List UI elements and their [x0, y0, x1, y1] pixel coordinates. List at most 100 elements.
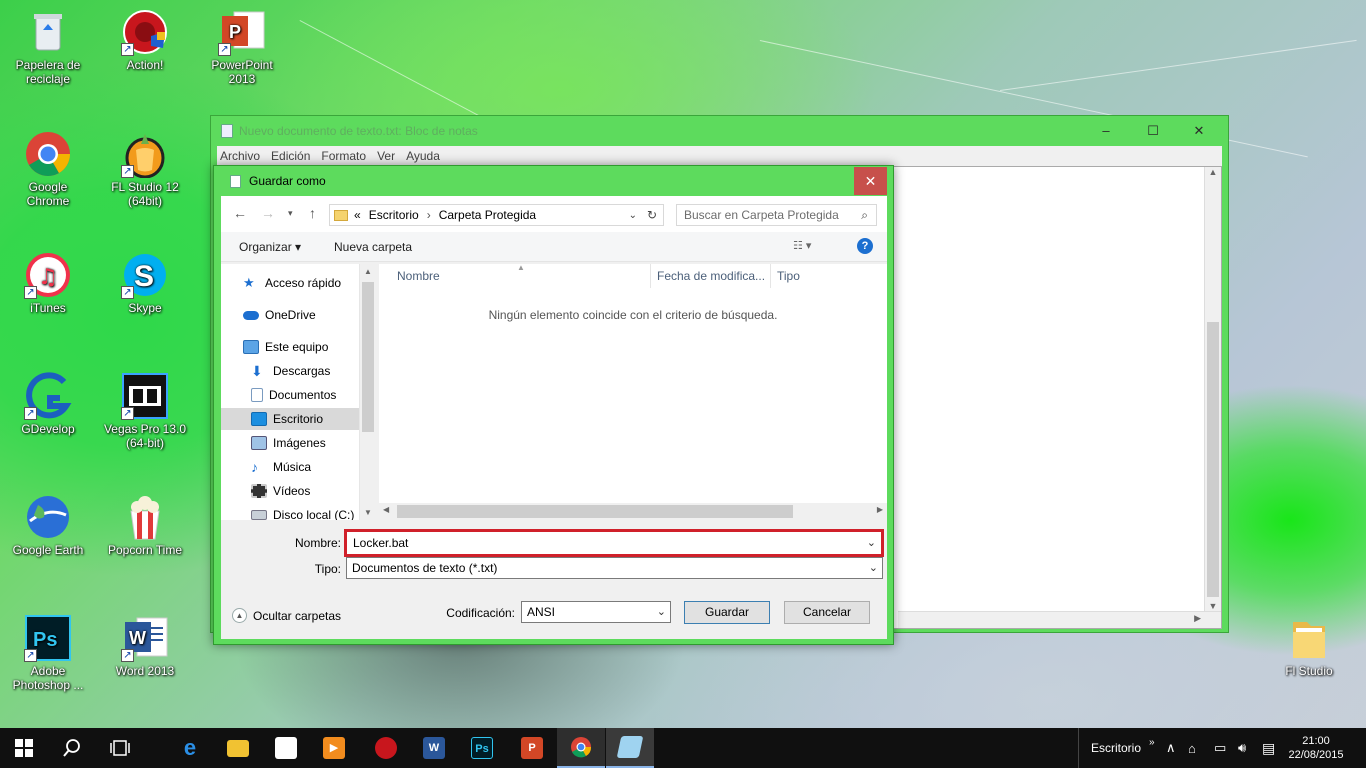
organize-button[interactable]: Organizar ▾ [239, 240, 301, 254]
chevron-down-icon[interactable]: ⌄ [657, 602, 666, 622]
refresh-icon[interactable]: ↻ [647, 208, 657, 222]
back-arrow-icon[interactable]: ← [233, 205, 247, 221]
address-bar[interactable]: « Escritorio › Carpeta Protegida ⌄ ↻ [329, 204, 664, 226]
menu-ayuda[interactable]: Ayuda [403, 149, 448, 163]
scroll-down-icon[interactable]: ▼ [360, 508, 376, 517]
chevron-down-icon[interactable]: ⌄ [869, 558, 878, 578]
tray-show-hidden[interactable]: ∧ [1166, 728, 1176, 768]
file-list-horizontal-scrollbar[interactable]: ◀ ▶ [379, 503, 887, 520]
column-header-nombre[interactable]: Nombre ▲ [379, 263, 651, 288]
scroll-right-icon[interactable]: ▶ [1194, 613, 1201, 624]
up-arrow-icon[interactable]: ↑ [309, 205, 316, 221]
breadcrumb-carpeta-protegida[interactable]: Carpeta Protegida [439, 208, 536, 222]
tray-toolbar[interactable]: Escritorio » [1078, 728, 1155, 768]
desktop-icon-popcorn[interactable]: Popcorn Time [103, 493, 187, 557]
scroll-down-icon[interactable]: ▼ [1205, 601, 1221, 611]
tray-notifications[interactable]: ▤ [1262, 728, 1275, 768]
scroll-right-icon[interactable]: ▶ [877, 505, 883, 514]
chevron-down-icon[interactable]: ⌄ [629, 210, 637, 221]
taskbar-media[interactable]: ▶ [310, 728, 358, 768]
column-header-fecha[interactable]: Fecha de modifica... [651, 264, 771, 288]
tray-volume[interactable]: 🔊︎ [1238, 728, 1246, 768]
help-icon[interactable]: ? [857, 238, 873, 254]
save-as-dialog[interactable]: Guardar como ✕ ← → ▾ ↑ « Escritorio › Ca… [213, 165, 894, 645]
view-options-icon[interactable]: ☷ ▾ [793, 239, 811, 252]
taskbar-word[interactable]: W [410, 728, 458, 768]
clock-time: 21:00 [1302, 735, 1330, 747]
nav-imagenes[interactable]: Imágenes [221, 432, 359, 454]
nav-escritorio[interactable]: Escritorio [221, 408, 359, 430]
dialog-titlebar[interactable]: Guardar como [214, 166, 893, 196]
filename-input[interactable]: Locker.bat ⌄ [347, 532, 881, 554]
task-view-button[interactable] [96, 728, 144, 768]
file-list[interactable]: Nombre ▲ Fecha de modifica... Tipo Ningú… [379, 263, 887, 520]
forward-arrow-icon[interactable]: → [261, 205, 275, 221]
nav-videos[interactable]: Vídeos [221, 480, 359, 502]
hide-folders-button[interactable]: ▲ Ocultar carpetas [232, 608, 341, 623]
tray-clock[interactable]: 21:00 22/08/2015 [1286, 728, 1346, 768]
menu-edicion[interactable]: Edición [268, 149, 318, 163]
taskbar-edge[interactable]: e [166, 728, 214, 768]
horizontal-scrollbar[interactable]: ▶ [898, 611, 1221, 628]
desktop-icon-recycle-bin[interactable]: Papelera de reciclaje [6, 8, 90, 86]
desktop-icon-itunes[interactable]: ♫ ↗ iTunes [6, 251, 90, 315]
tray-network[interactable]: ⌂ [1188, 728, 1196, 768]
scroll-left-icon[interactable]: ◀ [383, 505, 389, 514]
cancel-button[interactable]: Cancelar [784, 601, 870, 624]
taskbar-notepad[interactable] [606, 728, 654, 768]
scroll-thumb[interactable] [362, 282, 374, 432]
vertical-scrollbar[interactable]: ▲ ▼ [1204, 167, 1221, 613]
scroll-thumb[interactable] [397, 505, 793, 518]
nav-onedrive[interactable]: OneDrive [221, 304, 359, 326]
nav-scrollbar[interactable]: ▲ ▼ [359, 264, 376, 520]
scroll-thumb[interactable] [1207, 322, 1219, 597]
taskbar-action[interactable] [362, 728, 410, 768]
desktop-icon-word[interactable]: W ↗ Word 2013 [103, 614, 187, 678]
close-button[interactable]: ✕ [1176, 117, 1222, 145]
nav-musica[interactable]: ♪ Música [221, 456, 359, 478]
breadcrumb-overflow[interactable]: « [354, 208, 361, 222]
menu-ver[interactable]: Ver [374, 149, 403, 163]
scroll-up-icon[interactable]: ▲ [1205, 167, 1221, 177]
search-input[interactable]: Buscar en Carpeta Protegida ⌕ [676, 204, 877, 226]
maximize-button[interactable]: ☐ [1130, 117, 1176, 145]
nav-this-pc[interactable]: Este equipo [221, 336, 359, 358]
desktop-icon-vegas[interactable]: ↗ Vegas Pro 13.0 (64-bit) [103, 372, 187, 450]
nav-disco-local[interactable]: Disco local (C:) [221, 504, 359, 520]
menu-archivo[interactable]: Archivo [217, 149, 268, 163]
type-select[interactable]: Documentos de texto (*.txt) ⌄ [346, 557, 883, 579]
minimize-button[interactable]: – [1083, 117, 1129, 145]
nav-documentos[interactable]: Documentos [221, 384, 359, 406]
taskbar-photoshop[interactable]: Ps [458, 728, 506, 768]
recent-dropdown-icon[interactable]: ▾ [288, 208, 293, 219]
encoding-select[interactable]: ANSI ⌄ [521, 601, 671, 623]
taskbar-store[interactable] [262, 728, 310, 768]
nav-descargas[interactable]: ⬇ Descargas [221, 360, 359, 382]
start-button[interactable] [0, 728, 48, 768]
nav-quick-access[interactable]: ★ Acceso rápido [221, 272, 359, 294]
desktop-icon-photoshop[interactable]: Ps ↗ Adobe Photoshop ... [6, 614, 90, 692]
taskbar-chrome[interactable] [557, 728, 605, 768]
desktop-icon-google-earth[interactable]: Google Earth [6, 493, 90, 557]
desktop-icon-action[interactable]: ↗ Action! [103, 8, 187, 72]
desktop-icon-gdevelop[interactable]: ↗ GDevelop [6, 372, 90, 436]
column-header-tipo[interactable]: Tipo [771, 264, 887, 288]
taskbar-powerpoint[interactable]: P [508, 728, 556, 768]
chevron-down-icon[interactable]: ⌄ [867, 533, 876, 553]
desktop-icon-powerpoint[interactable]: P ↗ PowerPoint 2013 [200, 8, 284, 86]
menu-formato[interactable]: Formato [318, 149, 374, 163]
desktop-icon-chrome[interactable]: Google Chrome [6, 130, 90, 208]
taskbar-explorer[interactable] [214, 728, 262, 768]
menu-bar: Archivo Edición Formato Ver Ayuda [217, 146, 1222, 166]
notepad-titlebar[interactable]: Nuevo documento de texto.txt: Bloc de no… [211, 116, 1228, 146]
desktop-icon-fl-studio[interactable]: ↗ FL Studio 12 (64bit) [103, 130, 187, 208]
breadcrumb-escritorio[interactable]: Escritorio [369, 208, 419, 222]
new-folder-button[interactable]: Nueva carpeta [334, 240, 412, 254]
search-button[interactable] [48, 728, 96, 768]
scroll-up-icon[interactable]: ▲ [360, 267, 376, 276]
dialog-close-button[interactable]: ✕ [854, 167, 887, 195]
desktop-icon-skype[interactable]: S ↗ Skype [103, 251, 187, 315]
tray-power[interactable]: ▭ [1214, 728, 1226, 768]
save-button[interactable]: Guardar [684, 601, 770, 624]
desktop-icon-fl-studio-folder[interactable]: Fl Studio [1267, 614, 1351, 678]
